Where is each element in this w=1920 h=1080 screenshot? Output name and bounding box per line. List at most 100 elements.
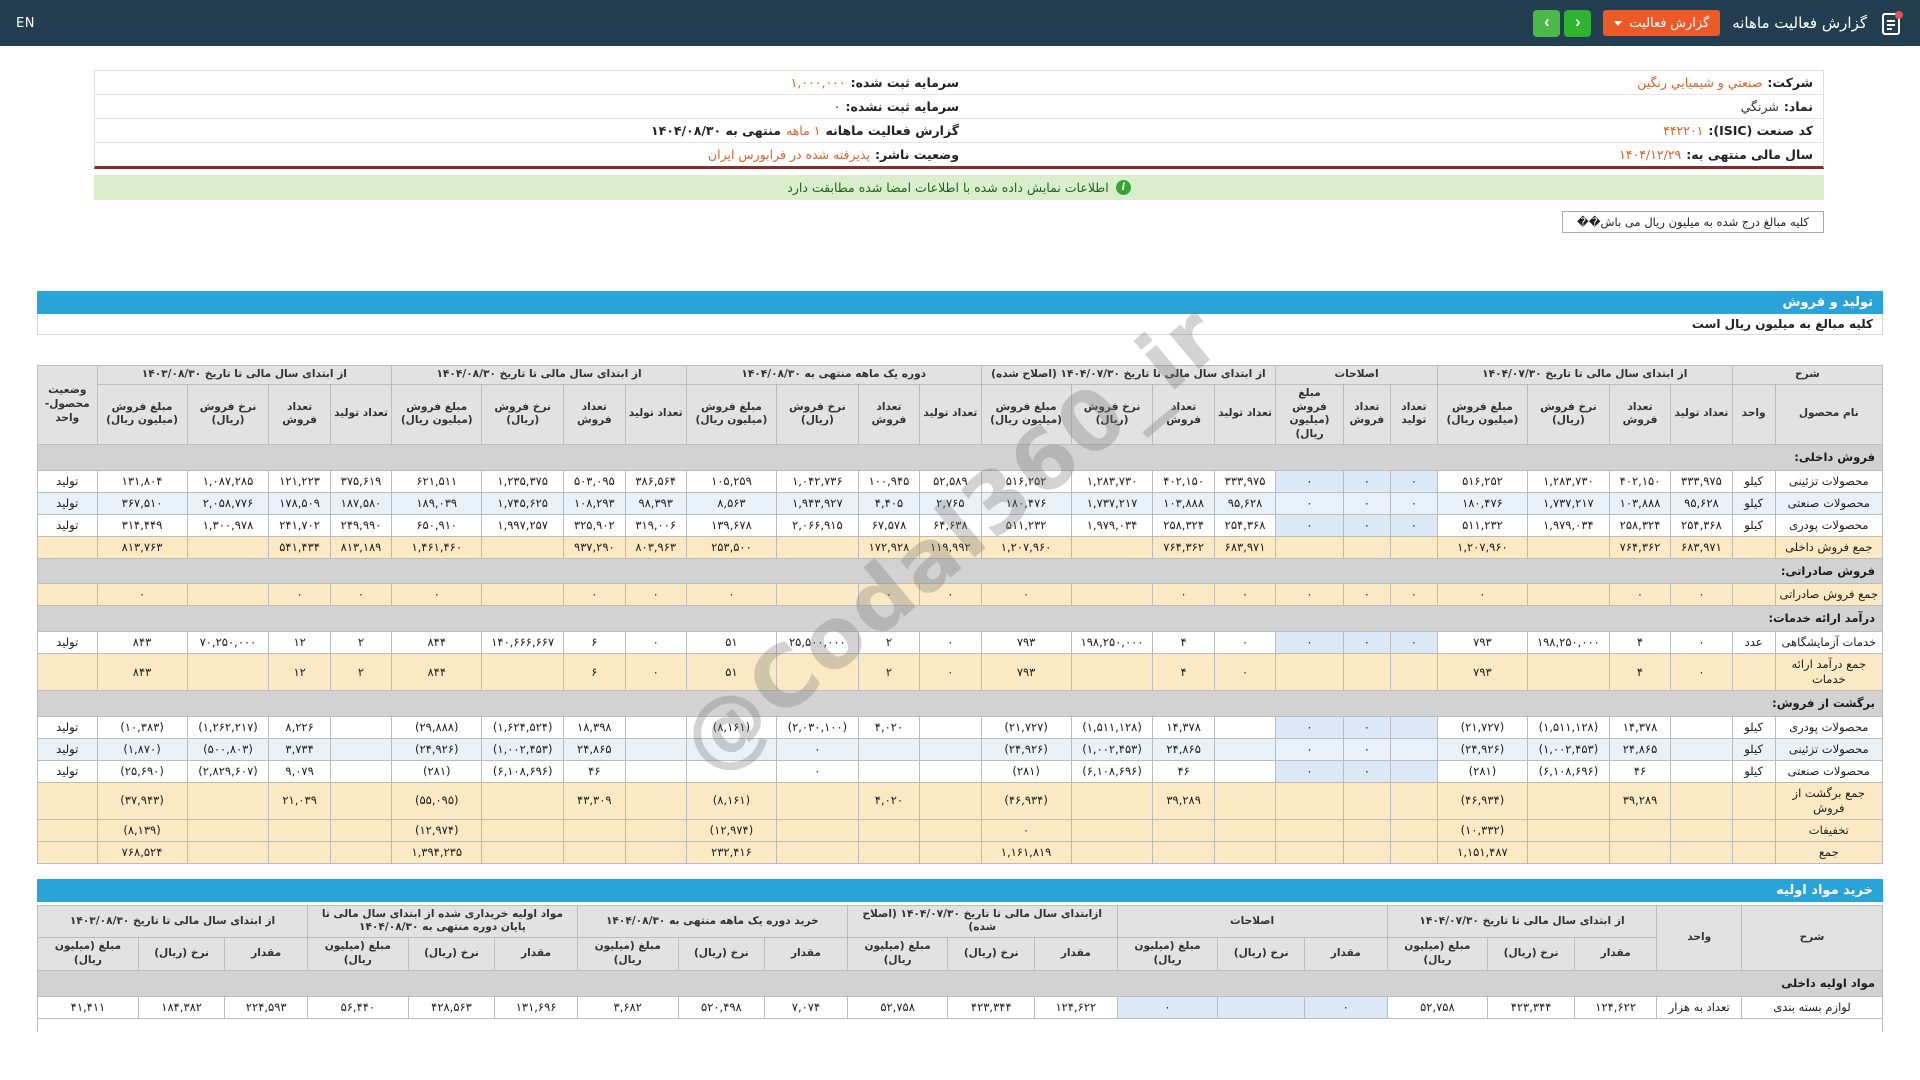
table-cell: ۶۲۱,۵۱۱ (392, 470, 482, 492)
column-header: نرخ (ریال) (138, 938, 225, 971)
row-label: جمع فروش داخلی (1775, 536, 1882, 558)
table-cell: (۲۸۱) (1437, 760, 1527, 782)
table-cell (1671, 739, 1732, 761)
report-icon[interactable] (1879, 10, 1904, 37)
table-cell: ۰ (625, 654, 686, 691)
table-cell: ۱,۳۹۴,۲۳۵ (392, 841, 482, 863)
table-cell (187, 584, 269, 606)
column-group-header: از ابتدای سال مالی تا تاریخ ۱۴۰۴/۰۷/۳۰ (1387, 905, 1657, 938)
table-cell: کیلو (1732, 514, 1775, 536)
table-row: محصولات پودریکیلو۲۵۴,۳۶۸۲۵۸,۳۲۴۱,۹۷۹,۰۳۴… (38, 514, 1883, 536)
table-cell: ۰ (97, 584, 187, 606)
company-info-table: شرکت: صنعتي و شيميايي رنگين سرمایه ثبت ش… (94, 70, 1824, 169)
table-cell (1214, 717, 1275, 739)
info-cell-isic: کد صنعت (ISIC): ۴۴۲۲۰۱ (959, 122, 1813, 139)
column-header: مقدار (1035, 938, 1118, 971)
report-type-dropdown[interactable]: گزارش فعالیت (1603, 10, 1720, 36)
table-cell: عدد (1732, 632, 1775, 654)
table-cell: تولید (38, 470, 98, 492)
table-cell: ۶۵۰,۹۱۰ (392, 514, 482, 536)
column-header: مقدار (1574, 938, 1657, 971)
table-cell (920, 739, 981, 761)
table-cell (776, 819, 858, 841)
row-label: محصولات تزئینی (1775, 739, 1882, 761)
next-report-button[interactable]: › (1564, 10, 1591, 37)
report-period-value: ۱ ماهه (786, 122, 821, 139)
table-cell: کیلو (1732, 492, 1775, 514)
table-cell: ۵۱۶,۲۵۲ (981, 470, 1071, 492)
table-cell: ۳,۷۳۴ (269, 739, 330, 761)
symbol-label: نماد: (1784, 98, 1813, 115)
raw-materials-table: شرحواحداز ابتدای سال مالی تا تاریخ ۱۴۰۴/… (37, 905, 1883, 1032)
table-cell: ۲,۷۶۵ (920, 492, 981, 514)
table-cell: ۷۰,۲۵۰,۰۰۰ (187, 632, 269, 654)
table-cell: ۲۳۲,۴۱۶ (686, 841, 776, 863)
column-header: نرخ فروش (ریال) (776, 384, 858, 444)
table-cell: ۰ (1671, 584, 1732, 606)
table-cell: (۱,۶۲۴,۵۲۴) (482, 717, 564, 739)
table-cell: (۴۶,۹۳۴) (1437, 782, 1527, 819)
table-cell: ۰ (1276, 514, 1344, 536)
table-cell: ۱,۲۰۷,۹۶۰ (981, 536, 1071, 558)
table-cell (38, 654, 98, 691)
table-cell: ۸,۵۶۳ (686, 492, 776, 514)
table-cell: (۵۰۰,۸۰۳) (187, 739, 269, 761)
company-label: شرکت: (1767, 74, 1813, 91)
table-cell (1390, 760, 1437, 782)
report-period-label: گزارش فعالیت ماهانه (825, 122, 959, 139)
language-toggle[interactable]: EN (16, 16, 35, 31)
table-cell: ۰ (1276, 717, 1344, 739)
table-cell: (۱,۵۱۱,۱۲۸) (1071, 717, 1153, 739)
table-cell: ۱۲ (269, 632, 330, 654)
column-group-header: وضعیت محصول-واحد (38, 366, 98, 445)
table-cell (1343, 782, 1390, 819)
table-cell: ۴,۴۰۵ (858, 492, 919, 514)
table-cell (1214, 782, 1275, 819)
table-cell (482, 819, 564, 841)
table-cell (1071, 782, 1153, 819)
table-cell: ۸۰۳,۹۶۳ (625, 536, 686, 558)
column-header: نام محصول (1775, 384, 1882, 444)
table-cell: ۵۲,۷۵۸ (847, 996, 948, 1018)
table-cell (858, 739, 919, 761)
report-period-ending: منتهی به ۱۴۰۴/۰۸/۳۰ (651, 122, 781, 139)
row-label: محصولات صنعتی (1775, 492, 1882, 514)
table-cell (564, 841, 625, 863)
table-cell: ۲۵۴,۳۶۸ (1214, 514, 1275, 536)
spacer (37, 335, 1883, 365)
table-cell: ۰ (1609, 584, 1670, 606)
info-cell-company: شرکت: صنعتي و شيميايي رنگين (959, 74, 1813, 91)
column-header: مبلغ (میلیون ریال) (38, 938, 139, 971)
table-cell: ۱۸۰,۴۷۶ (981, 492, 1071, 514)
row-label: جمع فروش صادراتی (1775, 584, 1882, 606)
table-cell (1390, 739, 1437, 761)
table-cell: ۳۹,۲۸۹ (1153, 782, 1214, 819)
table-cell: ۷۹۳ (981, 654, 1071, 691)
table-cell: ۰ (1276, 632, 1344, 654)
column-header: مقدار (765, 938, 848, 971)
table-cell: (۶,۱۰۸,۶۹۶) (1071, 760, 1153, 782)
table-cell: ۱۰۰,۹۴۵ (858, 470, 919, 492)
info-cell-fiscal-year: سال مالی منتهی به: ۱۴۰۴/۱۲/۲۹ (959, 146, 1813, 163)
table-cell: ۰ (1214, 632, 1275, 654)
table-cell: ۲ (330, 632, 391, 654)
column-header: تعداد فروش (1343, 384, 1390, 444)
previous-report-button[interactable]: ‹ (1533, 10, 1560, 37)
table-cell: ۵۲۰,۴۹۸ (678, 996, 765, 1018)
table-cell: ۱۴,۳۷۸ (1153, 717, 1214, 739)
table-cell (1527, 584, 1609, 606)
table-cell: ۰ (625, 584, 686, 606)
column-header: مبلغ فروش (میلیون ریال) (1276, 384, 1344, 444)
table-cell (1671, 782, 1732, 819)
table-cell: (۶,۱۰۸,۶۹۶) (1527, 760, 1609, 782)
section-header-raw-materials: خرید مواد اولیه (37, 879, 1883, 902)
unregistered-capital-label: سرمایه ثبت نشده: (845, 98, 959, 115)
table-cell (920, 717, 981, 739)
table-cell: ۰ (1343, 717, 1390, 739)
table-cell: ۷۶۸,۵۲۴ (97, 841, 187, 863)
table-cell (1343, 536, 1390, 558)
table-cell: ۱,۰۴۲,۷۳۶ (776, 470, 858, 492)
table-cell: (۲۴,۹۲۶) (981, 739, 1071, 761)
table-cell: تولید (38, 760, 98, 782)
table-cell (1527, 536, 1609, 558)
